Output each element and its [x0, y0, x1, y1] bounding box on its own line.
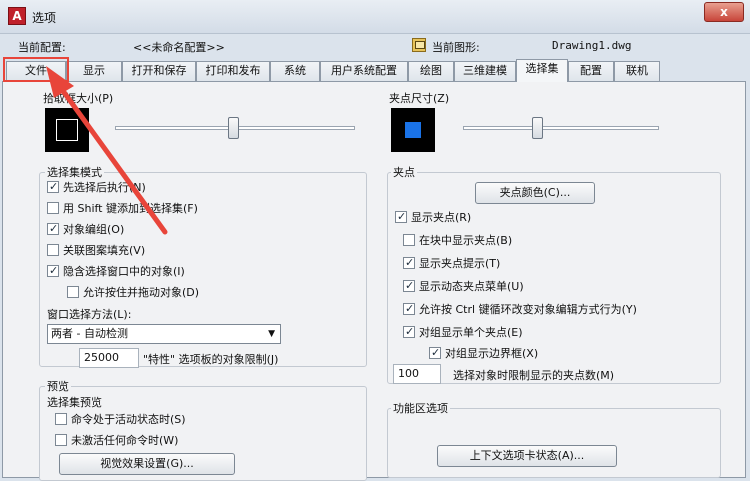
checkbox-implied-windowing[interactable]: 隐含选择窗口中的对象(I) — [47, 263, 185, 280]
checkbox-dynamic-grip-menu[interactable]: 显示动态夹点菜单(U) — [403, 278, 524, 295]
grip-size-label: 夹点尺寸(Z) — [387, 90, 452, 106]
preview-label: 预览 — [45, 378, 71, 394]
ribbon-options-group — [387, 408, 721, 478]
checkbox-shift-add[interactable]: 用 Shift 键添加到选择集(F) — [47, 201, 198, 217]
tab-online[interactable]: 联机 — [614, 61, 660, 81]
checkbox-ctrl-cycling[interactable]: 允许按 Ctrl 键循环改变对象编辑方式行为(Y) — [403, 301, 637, 318]
single-grip-groups-checkbox-icon — [403, 324, 415, 339]
properties-limit-input[interactable]: 25000 — [79, 348, 139, 368]
grips-in-blocks-checkbox-icon — [403, 234, 415, 246]
ribbon-options-label: 功能区选项 — [391, 400, 450, 416]
pickbox-preview — [45, 108, 89, 152]
checkbox-single-grip-groups[interactable]: 对组显示单个夹点(E) — [403, 324, 523, 341]
checkbox-group-bounding-box[interactable]: 对组显示边界框(X) — [429, 345, 538, 362]
grip-square-icon — [405, 122, 421, 138]
grip-colors-button[interactable]: 夹点颜色(C)... — [475, 182, 595, 204]
ctrl-cycling-checkbox-icon — [403, 301, 415, 316]
tab-system[interactable]: 系统 — [270, 61, 320, 81]
window-method-label: 窗口选择方法(L): — [47, 308, 132, 321]
preview-no-command-checkbox-icon — [55, 434, 67, 446]
selection-tab-panel: 拾取框大小(P) 选择集模式 先选择后执行(N) 用 Shift 键添加到选择集… — [2, 81, 746, 481]
press-drag-checkbox-icon — [67, 286, 79, 298]
checkbox-associative-hatch[interactable]: 关联图案填充(V) — [47, 243, 145, 259]
properties-limit-label: "特性" 选项板的对象限制(J) — [143, 353, 279, 366]
grip-preview — [391, 108, 435, 152]
implied-windowing-checkbox-icon — [47, 263, 59, 278]
checkbox-grips-in-blocks[interactable]: 在块中显示夹点(B) — [403, 233, 512, 249]
current-config-value: <<未命名配置>> — [133, 41, 225, 54]
window-method-select[interactable]: 两者 - 自动检测 ▼ — [47, 324, 281, 344]
object-grouping-checkbox-icon — [47, 221, 59, 236]
window-title: 选项 — [32, 11, 57, 25]
drawing-icon — [412, 38, 426, 52]
group-bounding-box-checkbox-icon — [429, 345, 441, 360]
grip-size-slider-thumb[interactable] — [532, 117, 544, 139]
pickbox-size-label: 拾取框大小(P) — [41, 90, 116, 106]
pickbox-square-icon — [56, 119, 78, 141]
shift-add-checkbox-icon — [47, 202, 59, 214]
autocad-logo-icon: A — [8, 7, 26, 25]
options-tabs: 文件 显示 打开和保存 打印和发布 系统 用户系统配置 绘图 三维建模 选择集 … — [2, 59, 748, 82]
close-button[interactable]: x — [704, 2, 744, 22]
current-drawing-label: 当前图形: — [432, 41, 480, 54]
associative-hatch-checkbox-icon — [47, 244, 59, 256]
show-grips-checkbox-icon — [395, 209, 407, 224]
grips-label: 夹点 — [391, 164, 417, 180]
checkbox-show-grips[interactable]: 显示夹点(R) — [395, 209, 471, 226]
checkbox-noun-verb[interactable]: 先选择后执行(N) — [47, 179, 146, 196]
chevron-down-icon: ▼ — [268, 329, 275, 339]
tab-open-save[interactable]: 打开和保存 — [122, 61, 196, 81]
current-config-label: 当前配置: — [18, 41, 66, 54]
tab-profiles[interactable]: 配置 — [568, 61, 614, 81]
tab-display[interactable]: 显示 — [66, 61, 122, 81]
tab-3d-modeling[interactable]: 三维建模 — [454, 61, 516, 81]
tab-drafting[interactable]: 绘图 — [408, 61, 454, 81]
grip-display-limit-label: 选择对象时限制显示的夹点数(M) — [453, 369, 615, 382]
tab-plot-publish[interactable]: 打印和发布 — [196, 61, 270, 81]
current-drawing-value: Drawing1.dwg — [552, 39, 632, 52]
selection-preview-label: 选择集预览 — [47, 396, 102, 409]
pickbox-slider-thumb[interactable] — [227, 117, 239, 139]
files-tab-highlight — [3, 57, 69, 82]
noun-verb-checkbox-icon — [47, 179, 59, 194]
preview-command-active-checkbox-icon — [55, 413, 67, 425]
checkbox-grip-tips[interactable]: 显示夹点提示(T) — [403, 255, 500, 272]
checkbox-preview-command-active[interactable]: 命令处于活动状态时(S) — [55, 412, 186, 428]
profile-row: 当前配置: <<未命名配置>> 当前图形: Drawing1.dwg — [0, 34, 750, 58]
grip-tips-checkbox-icon — [403, 255, 415, 270]
dynamic-grip-menu-checkbox-icon — [403, 278, 415, 293]
grip-size-slider-track[interactable] — [463, 126, 659, 130]
checkbox-object-grouping[interactable]: 对象编组(O) — [47, 221, 124, 238]
title-bar: A 选项 x — [0, 0, 750, 34]
checkbox-preview-no-command[interactable]: 未激活任何命令时(W) — [55, 433, 178, 449]
visual-effects-settings-button[interactable]: 视觉效果设置(G)... — [59, 453, 235, 475]
tab-selection[interactable]: 选择集 — [516, 59, 568, 82]
grip-display-limit-input[interactable]: 100 — [393, 364, 441, 384]
selection-modes-label: 选择集模式 — [45, 164, 104, 180]
tab-user-preferences[interactable]: 用户系统配置 — [320, 61, 408, 81]
checkbox-press-drag[interactable]: 允许按住并拖动对象(D) — [67, 285, 199, 301]
contextual-tab-states-button[interactable]: 上下文选项卡状态(A)... — [437, 445, 617, 467]
